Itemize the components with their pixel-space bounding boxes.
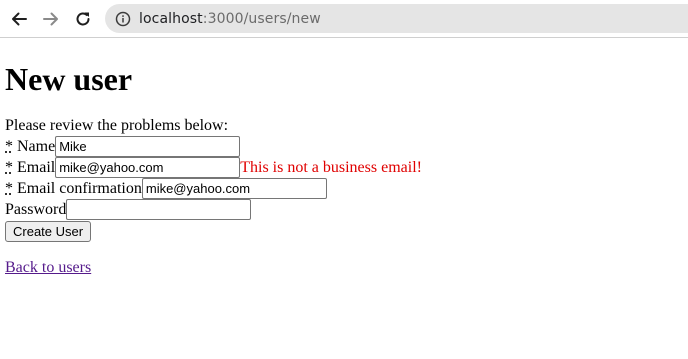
- arrow-right-icon: [42, 10, 60, 28]
- required-marker: *: [5, 159, 13, 176]
- url-host: localhost: [139, 10, 203, 27]
- url-text: localhost:3000/users/new: [139, 11, 321, 27]
- email-confirmation-row: * Email confirmation: [5, 178, 688, 199]
- reload-icon: [74, 10, 92, 28]
- name-input[interactable]: [55, 136, 241, 157]
- required-marker: *: [5, 180, 13, 197]
- page-content: New user Please review the problems belo…: [5, 39, 688, 277]
- name-row: * Name: [5, 136, 688, 157]
- name-label: Name: [17, 138, 56, 155]
- reload-button[interactable]: [73, 9, 93, 29]
- page-title: New user: [5, 61, 133, 97]
- info-icon[interactable]: [115, 11, 131, 27]
- password-row: Password: [5, 199, 688, 220]
- forward-button[interactable]: [41, 9, 61, 29]
- email-input[interactable]: [55, 157, 241, 178]
- email-confirmation-input[interactable]: [141, 178, 327, 199]
- back-button[interactable]: [9, 9, 29, 29]
- create-user-button[interactable]: Create User: [5, 220, 92, 242]
- password-label: Password: [5, 201, 67, 218]
- new-user-form: Please review the problems below: * Name…: [5, 117, 688, 242]
- email-error-message: This is not a business email!: [240, 159, 422, 176]
- email-row: * Email This is not a business email!: [5, 157, 688, 178]
- email-confirmation-label: Email confirmation: [17, 180, 142, 197]
- required-marker: *: [5, 138, 13, 155]
- password-input[interactable]: [66, 199, 252, 220]
- error-notification: Please review the problems below:: [5, 117, 229, 134]
- submit-row: Create User: [5, 220, 688, 242]
- arrow-left-icon: [10, 10, 28, 28]
- back-to-users-link[interactable]: Back to users: [5, 259, 91, 277]
- address-bar[interactable]: localhost:3000/users/new: [105, 4, 688, 33]
- url-path: :3000/users/new: [202, 10, 321, 27]
- email-label: Email: [17, 159, 56, 176]
- browser-toolbar: localhost:3000/users/new: [0, 0, 688, 38]
